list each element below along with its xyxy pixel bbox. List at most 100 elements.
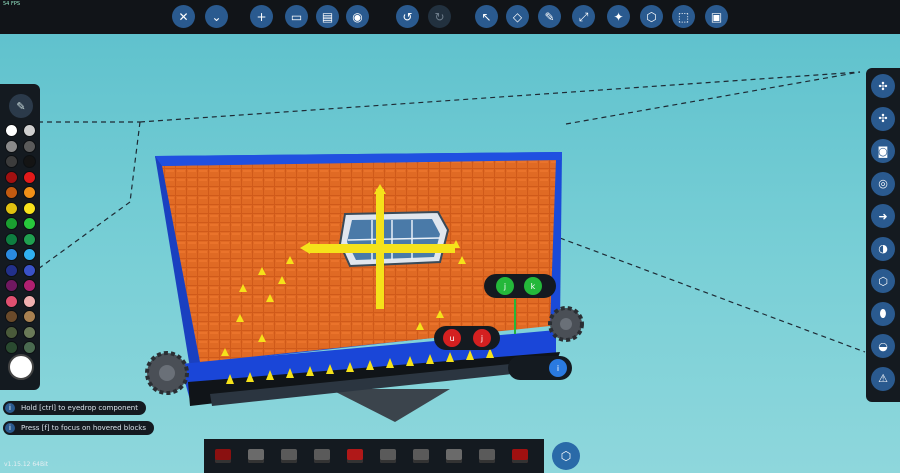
wind-icon[interactable]: ✣ [871,106,895,131]
color-swatch[interactable] [5,279,18,292]
resize-icon[interactable]: ⤢ [572,5,595,28]
hotbar-slot-7[interactable] [408,444,434,468]
close-icon[interactable]: ✕ [172,5,195,28]
hotbar [204,439,544,473]
red-node-right: j [480,334,483,343]
version-label: v1.15.12 64Bit [4,461,49,468]
hotbar-slot-5[interactable] [342,444,368,468]
warning-icon[interactable]: ⚠ [871,366,895,391]
hotbar-slot-8[interactable] [441,444,467,468]
light-bulb-icon[interactable]: ✦ [607,5,630,28]
color-swatch[interactable] [5,186,18,199]
color-swatch[interactable] [23,341,36,354]
color-swatch[interactable] [23,263,36,277]
color-swatch[interactable] [5,263,18,277]
color-swatch[interactable] [23,201,36,215]
eyedropper-icon[interactable]: ✎ [9,94,33,118]
color-swatch[interactable] [23,310,36,323]
color-swatch[interactable] [5,325,18,339]
green-node-right: k [531,282,536,291]
ball-icon[interactable]: ◒ [871,334,895,358]
color-swatch[interactable] [5,139,18,153]
logic-node-red[interactable]: u j [434,326,500,350]
block-icon [215,449,231,463]
gear-left [145,351,189,395]
hint-focus: i Press [f] to focus on hovered blocks [3,421,154,435]
camera-icon[interactable]: ◙ [871,139,895,163]
color-swatch[interactable] [5,248,18,261]
logic-node-blue[interactable]: i [508,356,572,380]
redo-icon[interactable]: ↻ [428,5,451,28]
info-icon: i [5,403,15,413]
color-swatch[interactable] [23,155,36,168]
gear-right [548,306,584,342]
color-swatch[interactable] [5,170,18,184]
color-swatch[interactable] [5,201,18,215]
eraser-icon[interactable]: ◇ [506,5,529,28]
color-swatch[interactable] [23,139,36,153]
select-box-icon[interactable]: ⬚ [672,5,695,28]
hint-text: Hold [ctrl] to eyedrop component [21,404,138,412]
logic-icon[interactable]: ⬡ [640,5,663,28]
color-swatch[interactable] [23,294,36,308]
red-node-left: u [449,334,454,343]
selected-color-swatch[interactable] [8,354,34,380]
color-swatch[interactable] [5,232,18,246]
color-swatch[interactable] [23,325,36,339]
color-swatch[interactable] [5,294,18,308]
buoyancy-icon[interactable]: ◑ [871,236,895,261]
color-palette: ✎ [0,84,40,390]
color-swatch[interactable] [23,186,36,199]
hint-text: Press [f] to focus on hovered blocks [21,424,146,432]
hull-shadow [330,389,450,422]
chevron-down-icon[interactable]: ⌄ [205,5,228,28]
color-swatch[interactable] [5,124,18,137]
center-of-mass-icon[interactable]: ◎ [871,171,895,196]
cube-icon[interactable]: ⬡ [871,269,895,293]
folder-icon[interactable]: ▭ [285,5,308,28]
hotbar-slot-3[interactable] [276,444,302,468]
block-icon [479,449,495,463]
block-icon [413,449,429,463]
hotbar-slot-6[interactable] [375,444,401,468]
hint-eyedrop: i Hold [ctrl] to eyedrop component [3,401,146,415]
hotbar-slot-1[interactable] [210,444,236,468]
block-icon [512,449,528,463]
color-swatch[interactable] [5,310,18,323]
color-swatch[interactable] [23,170,36,184]
view-toolbar: ✣ ✣ ◙ ◎ ➜ ◑ ⬡ ⬮ ◒ ⚠ [866,68,900,402]
hotbar-slot-9[interactable] [474,444,500,468]
info-icon: i [5,423,15,433]
color-swatch[interactable] [23,279,36,292]
fullscreen-icon[interactable]: ▣ [705,5,728,28]
hotbar-slot-10[interactable] [507,444,533,468]
cursor-icon[interactable]: ↖ [475,5,498,28]
undo-icon[interactable]: ↺ [396,5,419,28]
block-icon [347,449,363,463]
steam-icon[interactable]: ◉ [346,5,369,28]
color-swatch[interactable] [5,155,18,168]
save-icon[interactable]: ▤ [316,5,339,28]
block-icon [281,449,297,463]
logic-mode-button[interactable]: ⬡ [552,442,580,470]
hotbar-slot-4[interactable] [309,444,335,468]
color-swatch[interactable] [23,217,36,230]
blue-node: i [557,364,559,373]
color-swatch[interactable] [23,124,36,137]
color-swatch[interactable] [23,232,36,246]
hotbar-slot-2[interactable] [243,444,269,468]
block-icon [248,449,264,463]
block-icon [380,449,396,463]
color-swatch[interactable] [23,248,36,261]
wind-north-icon[interactable]: ✣ [871,74,895,98]
green-node-left: j [503,282,506,291]
cockpit-window[interactable] [338,210,450,268]
add-icon[interactable]: + [250,5,273,28]
block-icon [446,449,462,463]
block-icon [314,449,330,463]
flow-icon[interactable]: ➜ [871,204,895,228]
hover-icon[interactable]: ⬮ [871,301,895,326]
color-swatch[interactable] [5,217,18,230]
color-swatch[interactable] [5,341,18,354]
paint-brush-icon[interactable]: ✎ [538,5,561,28]
